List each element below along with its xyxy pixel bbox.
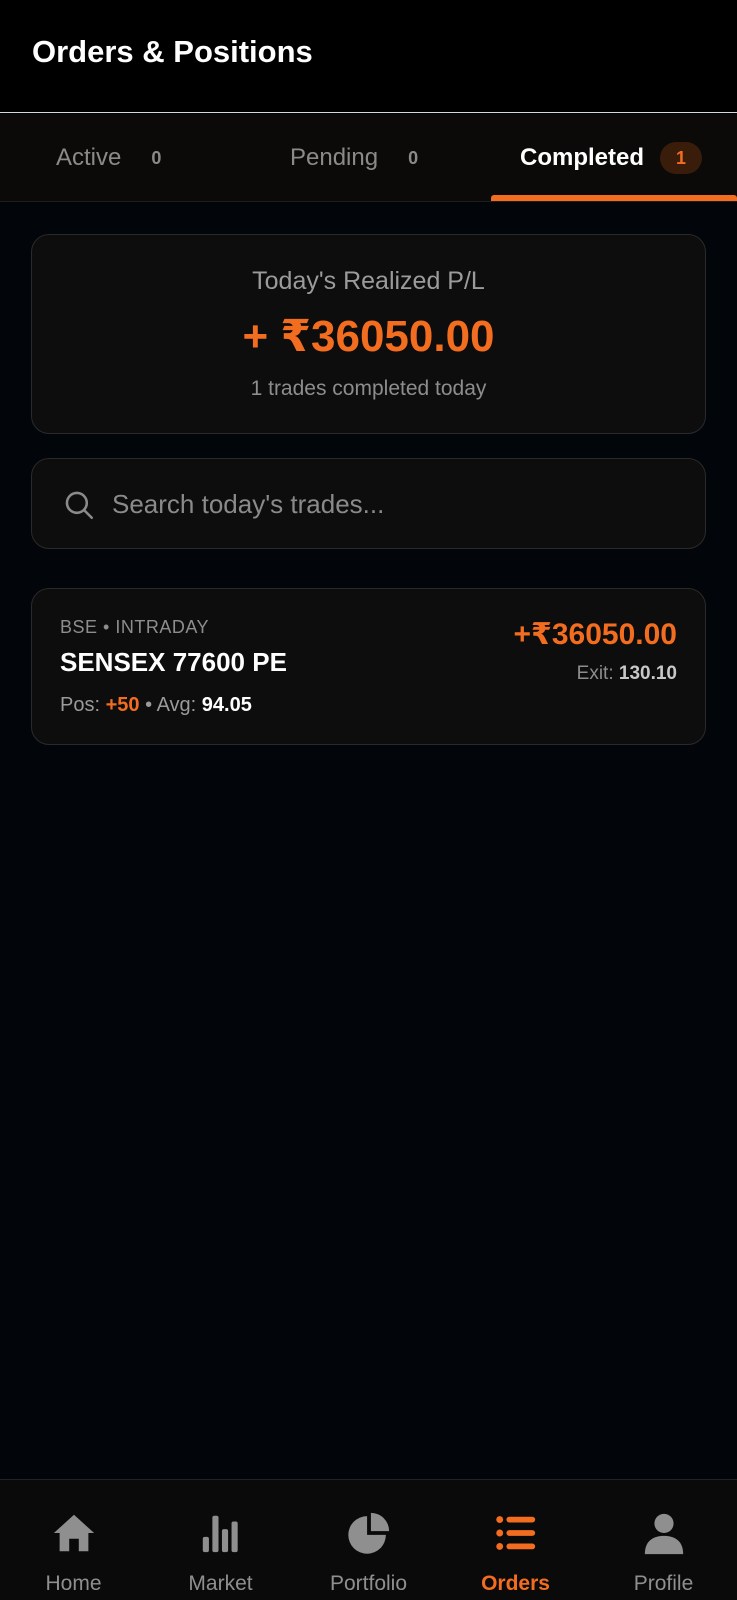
nav-home-label: Home xyxy=(45,1572,102,1595)
trade-position-info: Pos: +50 • Avg: 94.05 xyxy=(60,694,252,717)
search-bar[interactable] xyxy=(31,458,706,549)
bottom-nav: Home Market Portfolio Orders Profile xyxy=(0,1479,737,1600)
separator-dot: • xyxy=(145,694,157,716)
app-header: Orders & Positions xyxy=(0,0,737,113)
order-tabs: Active 0 Pending 0 Completed 1 xyxy=(0,114,737,202)
realized-pnl-card: Today's Realized P/L + ₹36050.00 1 trade… xyxy=(31,234,706,434)
avg-label: Avg: xyxy=(156,694,197,716)
nav-market[interactable]: Market xyxy=(147,1480,294,1600)
tab-active[interactable]: Active 0 xyxy=(56,114,161,202)
trade-card[interactable]: BSE • INTRADAY SENSEX 77600 PE Pos: +50 … xyxy=(31,588,706,745)
trade-pnl: +₹36050.00 xyxy=(513,618,677,651)
tab-pending-label: Pending xyxy=(290,144,379,171)
tab-completed-badge: 1 xyxy=(660,142,703,174)
search-input[interactable] xyxy=(112,483,672,525)
position-label: Pos: xyxy=(60,694,101,716)
nav-home[interactable]: Home xyxy=(0,1480,147,1600)
nav-profile[interactable]: Profile xyxy=(590,1480,737,1600)
pie-chart-icon xyxy=(347,1512,389,1554)
realized-pnl-label: Today's Realized P/L xyxy=(252,267,485,295)
avg-value: 94.05 xyxy=(201,694,252,716)
exit-value: 130.10 xyxy=(618,663,677,684)
user-icon xyxy=(644,1513,683,1555)
trade-symbol: SENSEX 77600 PE xyxy=(60,647,287,677)
tab-active-label: Active xyxy=(56,144,122,171)
active-tab-indicator xyxy=(491,195,737,201)
tab-pending[interactable]: Pending 0 xyxy=(290,114,418,202)
realized-pnl-value: + ₹36050.00 xyxy=(242,312,495,361)
tab-pending-count: 0 xyxy=(408,147,419,168)
nav-portfolio-label: Portfolio xyxy=(329,1572,408,1595)
home-icon xyxy=(53,1514,94,1552)
nav-market-label: Market xyxy=(188,1572,253,1595)
page-title: Orders & Positions xyxy=(32,34,313,69)
nav-orders[interactable]: Orders xyxy=(442,1480,589,1600)
nav-portfolio[interactable]: Portfolio xyxy=(295,1480,442,1600)
bar-chart-icon xyxy=(202,1515,238,1553)
list-icon xyxy=(495,1516,535,1550)
exit-label: Exit: xyxy=(576,663,614,684)
tab-completed[interactable]: Completed 1 xyxy=(520,114,703,202)
tab-active-count: 0 xyxy=(151,147,162,168)
search-icon xyxy=(65,491,94,520)
trade-exit: Exit: 130.10 xyxy=(577,663,677,685)
nav-orders-label: Orders xyxy=(481,1572,550,1595)
tab-completed-label: Completed xyxy=(520,144,645,171)
trades-completed-count: 1 trades completed today xyxy=(250,377,487,400)
trade-exchange-type: BSE • INTRADAY xyxy=(60,617,209,637)
nav-profile-label: Profile xyxy=(633,1572,694,1595)
position-value: +50 xyxy=(105,694,140,716)
